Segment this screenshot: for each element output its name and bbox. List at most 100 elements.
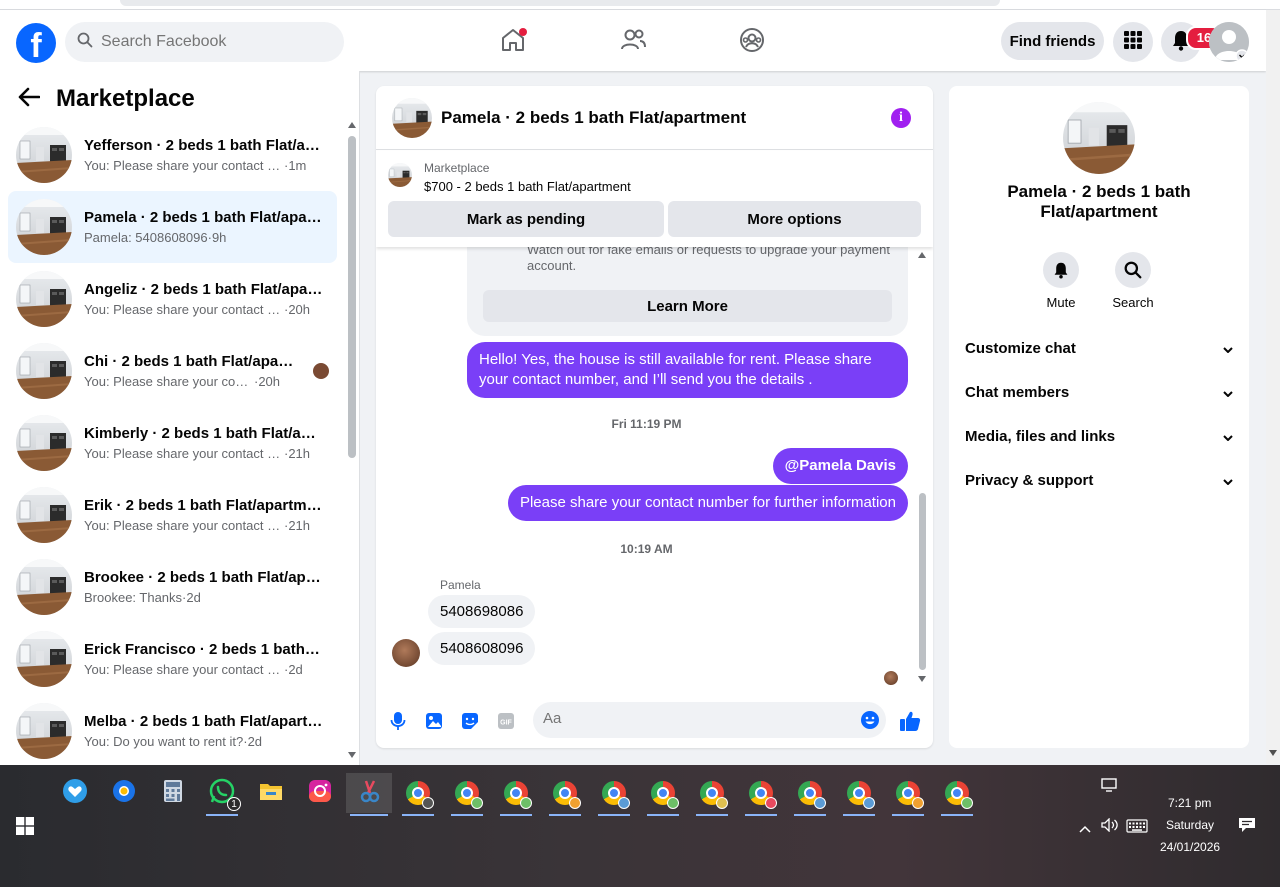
app-icon-file-explorer[interactable]: [251, 773, 291, 813]
address-bar-edge[interactable]: [120, 0, 1000, 6]
chrome-window[interactable]: [496, 773, 536, 816]
conversation-item[interactable]: Erik · 2 beds 1 bath Flat/apartment You: …: [8, 479, 337, 551]
chat-members-section[interactable]: Chat members: [965, 370, 1233, 414]
sticker-icon[interactable]: [459, 710, 481, 732]
media-files-links-section[interactable]: Media, files and links: [965, 414, 1233, 458]
groups-icon: [739, 27, 765, 57]
friends-nav[interactable]: [615, 24, 651, 60]
search-input[interactable]: [101, 33, 321, 51]
chrome-window[interactable]: [447, 773, 487, 816]
windows-start-icon[interactable]: [16, 817, 34, 839]
conversation-time: ·20h: [284, 302, 311, 317]
account-avatar[interactable]: [1209, 22, 1249, 62]
message-input-box[interactable]: [533, 702, 886, 738]
notification-center-icon[interactable]: [1238, 817, 1256, 837]
app-icon-calculator[interactable]: [153, 773, 193, 813]
thumbs-up-icon[interactable]: [899, 710, 921, 732]
details-avatar[interactable]: [1063, 102, 1135, 174]
conversation-preview: You: Please share your contact number fo…: [84, 302, 284, 317]
inbox-scrollbar[interactable]: [346, 120, 358, 760]
search-box[interactable]: [65, 22, 344, 62]
network-icon[interactable]: [1101, 778, 1119, 796]
chat-scrollbar[interactable]: [915, 247, 929, 687]
chrome-window[interactable]: [888, 773, 928, 816]
chrome-window[interactable]: [545, 773, 585, 816]
conversation-preview: You: Do you want to rent it?: [84, 734, 244, 749]
mention-message[interactable]: @Pamela Davis: [772, 448, 908, 484]
more-options-button[interactable]: More options: [668, 201, 921, 237]
chrome-icon: [798, 781, 826, 809]
chrome-window[interactable]: [643, 773, 683, 816]
outgoing-message[interactable]: Please share your contact number for fur…: [507, 485, 908, 521]
volume-icon[interactable]: [1101, 817, 1119, 836]
incoming-message[interactable]: 5408608096: [428, 632, 536, 665]
chrome-window[interactable]: [741, 773, 781, 816]
conversation-title: Erik · 2 beds 1 bath Flat/apartment: [84, 497, 324, 514]
app-icon-snipping-tool[interactable]: [346, 773, 392, 816]
menu-button[interactable]: [1113, 22, 1153, 62]
listing-thumbnail: [16, 559, 72, 615]
incoming-message[interactable]: 5408698086: [428, 595, 536, 628]
chevron-up-icon[interactable]: [1079, 820, 1091, 837]
gif-icon[interactable]: GIF: [495, 710, 517, 732]
chrome-window[interactable]: [937, 773, 977, 816]
find-friends-button[interactable]: Find friends: [1001, 22, 1104, 60]
emoji-icon[interactable]: [860, 710, 880, 734]
conversation-item[interactable]: Melba · 2 beds 1 bath Flat/apartment You:…: [8, 695, 337, 767]
conversation-item-selected[interactable]: Pamela · 2 beds 1 bath Flat/apartment Pam…: [8, 191, 337, 263]
sender-name: Pamela: [440, 578, 481, 592]
outgoing-message[interactable]: Hello! Yes, the house is still available…: [467, 342, 908, 398]
chat-title[interactable]: Pamela · 2 beds 1 bath Flat/apartment: [441, 108, 746, 128]
app-icon-bubble[interactable]: [55, 773, 95, 813]
app-icon-chrome-alt[interactable]: [104, 773, 144, 813]
conversation-item[interactable]: Chi · 2 beds 1 bath Flat/apartment You: P…: [8, 335, 337, 407]
inbox-scroll-thumb[interactable]: [348, 136, 356, 458]
clock-day[interactable]: Saturday: [1166, 818, 1214, 832]
learn-more-button[interactable]: Learn More: [483, 290, 892, 322]
privacy-support-section[interactable]: Privacy & support: [965, 458, 1233, 502]
conversation-item[interactable]: Erick Francisco · 2 beds 1 bath Flat/apa…: [8, 623, 337, 695]
groups-nav[interactable]: [734, 24, 770, 60]
chrome-window[interactable]: [692, 773, 732, 816]
conversation-time: ·2d: [284, 662, 303, 677]
app-icon-instagram[interactable]: [300, 773, 340, 813]
mute-action[interactable]: Mute: [1031, 252, 1091, 310]
conversation-item[interactable]: Brookee · 2 beds 1 bath Flat/apartment Br…: [8, 551, 337, 623]
back-arrow-icon[interactable]: [18, 87, 41, 111]
safety-warning-card: Watch out for fake emails or requests to…: [467, 230, 908, 336]
listing-thumbnail[interactable]: [388, 163, 412, 187]
chat-scroll-thumb[interactable]: [919, 493, 926, 670]
search-action[interactable]: Search: [1103, 252, 1163, 310]
customize-chat-section[interactable]: Customize chat: [965, 326, 1233, 370]
facebook-logo[interactable]: f: [16, 23, 56, 63]
conversation-item[interactable]: Angeliz · 2 beds 1 bath Flat/apartment Yo…: [8, 263, 337, 335]
listing-thumbnail: [16, 343, 72, 399]
page-scrollbar[interactable]: [1266, 10, 1280, 764]
conversation-item[interactable]: Yefferson · 2 beds 1 bath Flat/apartment…: [8, 119, 337, 191]
home-nav[interactable]: [495, 24, 531, 60]
keyboard-icon[interactable]: [1126, 819, 1148, 837]
chrome-window[interactable]: [790, 773, 830, 816]
chat-window: Pamela · 2 beds 1 bath Flat/apartment i …: [376, 86, 933, 748]
browser-strip: [0, 0, 1280, 10]
chat-avatar[interactable]: [392, 98, 432, 138]
sender-avatar[interactable]: [392, 639, 420, 667]
conversation-time: ·9h: [207, 230, 227, 245]
section-label: Privacy & support: [965, 471, 1094, 489]
info-icon[interactable]: i: [891, 108, 911, 128]
app-icon-whatsapp[interactable]: 1: [202, 773, 242, 816]
conversation-item[interactable]: Kimberly · 2 beds 1 bath Flat/apartment Y…: [8, 407, 337, 479]
listing-price[interactable]: $700 - 2 beds 1 bath Flat/apartment: [424, 179, 631, 194]
clock-date[interactable]: 24/01/2026: [1160, 840, 1220, 854]
photo-icon[interactable]: [423, 710, 445, 732]
chrome-window[interactable]: [839, 773, 879, 816]
clock-time[interactable]: 7:21 pm: [1168, 796, 1211, 810]
message-input[interactable]: [543, 710, 833, 727]
conversation-preview: Pamela: 5408608096: [84, 230, 208, 245]
microphone-icon[interactable]: [387, 710, 409, 732]
listing-thumbnail: [16, 199, 72, 255]
listing-thumbnail: [16, 127, 72, 183]
chrome-window[interactable]: [398, 773, 438, 816]
chrome-window[interactable]: [594, 773, 634, 816]
mark-as-pending-button[interactable]: Mark as pending: [388, 201, 664, 237]
